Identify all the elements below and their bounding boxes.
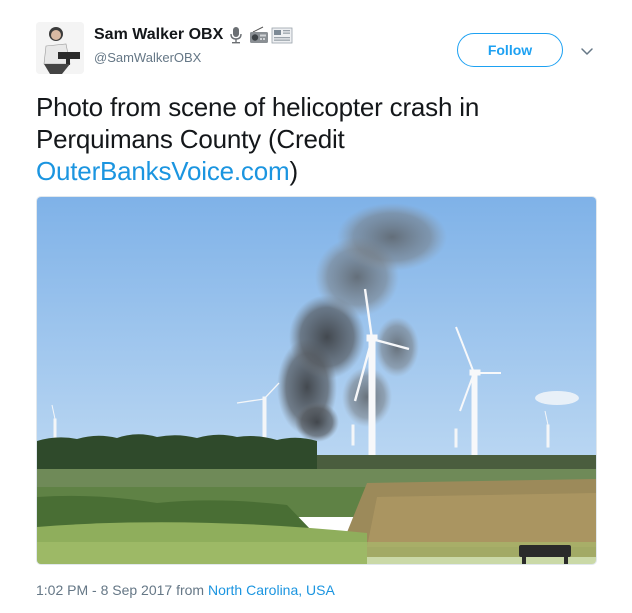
photo-scene	[37, 197, 596, 564]
tweet-link[interactable]: OuterBanksVoice.com	[36, 156, 290, 186]
tweet-text-tail: )	[289, 156, 298, 186]
follow-button[interactable]: Follow	[457, 33, 563, 67]
newspaper-icon	[271, 26, 293, 44]
tweet-photo[interactable]	[36, 196, 597, 565]
tweet-card: Sam Walker OBX @SamWalkerOBX Follow Phot…	[0, 0, 632, 613]
microphone-icon	[227, 26, 245, 44]
display-name[interactable]: Sam Walker OBX	[94, 26, 223, 44]
user-handle[interactable]: @SamWalkerOBX	[94, 50, 201, 65]
tweet-text: Photo from scene of helicopter crash in …	[36, 91, 596, 187]
chevron-down-icon[interactable]	[578, 42, 596, 60]
tweet-text-body: Photo from scene of helicopter crash in …	[36, 92, 480, 154]
display-name-row[interactable]: Sam Walker OBX	[94, 26, 293, 44]
tweet-timestamp[interactable]: 1:02 PM - 8 Sep 2017	[36, 582, 172, 598]
tweet-location[interactable]: North Carolina, USA	[208, 582, 335, 598]
avatar-image	[36, 22, 84, 74]
tweet-metadata: 1:02 PM - 8 Sep 2017 from North Carolina…	[36, 582, 335, 598]
from-label: from	[172, 582, 208, 598]
radio-icon	[249, 26, 269, 44]
avatar[interactable]	[36, 22, 84, 74]
